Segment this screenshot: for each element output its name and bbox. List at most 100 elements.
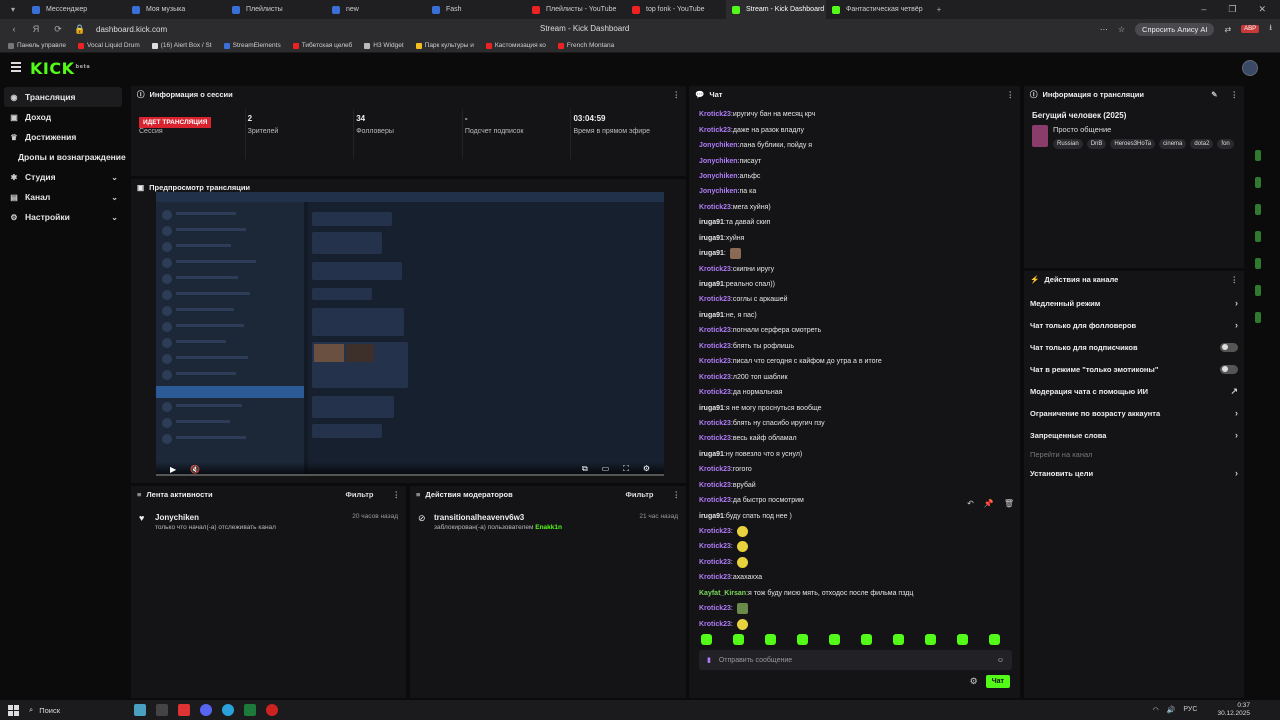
chat-message[interactable]: iruga91: та давай скип [699, 215, 1010, 230]
kebab-icon[interactable]: ⋮ [393, 490, 401, 499]
extension-icon[interactable] [1255, 231, 1261, 242]
moderator-username[interactable]: Enakk1n [535, 524, 562, 531]
windows-start-icon[interactable] [8, 704, 19, 716]
alisa-button[interactable]: Спросить Алису AI [1135, 22, 1215, 36]
chat-username[interactable]: iruga91 [699, 219, 724, 226]
chat-username[interactable]: iruga91 [699, 281, 724, 288]
chat-message[interactable]: Krotick23: мега хуйня) [699, 200, 1010, 215]
chat-username[interactable]: Krotick23 [699, 266, 731, 273]
kebab-icon[interactable]: ⋮ [1007, 90, 1015, 99]
stream-tag[interactable]: Russian [1053, 139, 1083, 149]
emoji-icon[interactable]: ☺ [997, 657, 1004, 664]
toggle-switch[interactable] [1220, 342, 1238, 352]
chat-message[interactable]: Krotick23: да быстро посмотрим [699, 493, 1010, 508]
stream-tag[interactable]: Heroes3HoTa [1110, 139, 1156, 149]
chat-message[interactable]: iruga91: хуйня [699, 231, 1010, 246]
emote-icon[interactable] [925, 634, 936, 645]
bookmark-item[interactable]: Парк культуры и [415, 42, 474, 49]
chat-username[interactable]: Krotick23 [699, 435, 731, 442]
url-field[interactable]: dashboard.kick.com [96, 25, 167, 34]
extension-icon[interactable] [1255, 177, 1261, 188]
new-tab-button[interactable]: + [926, 0, 952, 19]
chat-message[interactable]: iruga91: ну повезло что я уснул) [699, 447, 1010, 462]
chat-message[interactable]: Krotick23: л200 топ шаблик [699, 369, 1010, 384]
sidebar-item-achievements[interactable]: ♛ Достижения [0, 127, 128, 147]
chat-message[interactable]: Jonychiken: писаут [699, 153, 1010, 168]
browser-tab[interactable]: Фантастическая четвёр [826, 0, 926, 19]
chat-username[interactable]: Krotick23 [699, 605, 731, 612]
sidebar-item-studio[interactable]: ✱ Студия ⌄ [0, 167, 128, 187]
chat-username[interactable]: Jonychiken [699, 158, 738, 165]
language-indicator[interactable]: РУС [1183, 706, 1197, 714]
chat-message[interactable]: Krotick23: соглы с аркашей [699, 292, 1010, 307]
browser-tab[interactable]: Плейлисты [226, 0, 326, 19]
extension-icon[interactable] [1255, 204, 1261, 215]
wifi-icon[interactable]: ◠ [1153, 706, 1159, 714]
pin-icon[interactable]: 📌 [984, 499, 994, 508]
channel-action-item[interactable]: Чат в режиме "только эмотиконы" [1024, 358, 1244, 380]
moderator-target-username[interactable]: transitionalheavenv6w3 [434, 513, 562, 522]
microphone-icon[interactable]: ▮ [707, 656, 711, 664]
chat-message[interactable]: Krotick23: [699, 601, 1010, 616]
browser-tab[interactable]: new [326, 0, 426, 19]
gear-icon[interactable]: ⚙ [643, 464, 650, 474]
chat-username[interactable]: Krotick23 [699, 111, 731, 118]
chat-message[interactable]: Krotick23: [699, 524, 1010, 539]
channel-action-item[interactable]: Ограничение по возрасту аккаунта › [1024, 402, 1244, 424]
theater-icon[interactable]: ▭ [602, 464, 610, 474]
emote-icon[interactable] [829, 634, 840, 645]
chat-username[interactable]: Krotick23 [699, 389, 731, 396]
kebab-icon[interactable]: ⋮ [673, 490, 681, 499]
browser-tab[interactable]: Плейлисты - YouTube [526, 0, 626, 19]
edit-icon[interactable]: ✎ [1211, 90, 1217, 99]
bookmark-item[interactable]: Тибетская целеб [292, 42, 352, 49]
send-chat-button[interactable]: Чат [985, 675, 1010, 688]
pip-icon[interactable]: ⧉ [582, 464, 588, 474]
chat-username[interactable]: Krotick23 [699, 296, 731, 303]
delete-icon[interactable]: 🗑 [1004, 499, 1014, 508]
activity-username[interactable]: Jonychiken [155, 513, 276, 522]
bookmark-item[interactable]: H3 Widget [364, 42, 404, 49]
chat-message[interactable]: Krotick23: [699, 616, 1010, 631]
gear-icon[interactable]: ⚙ [970, 676, 978, 687]
browser-tab[interactable]: Fash [426, 0, 526, 19]
kebab-icon[interactable]: ⋮ [1231, 275, 1239, 284]
kebab-icon[interactable]: ⋮ [1231, 90, 1239, 99]
clock[interactable]: 0:37 30.12.2025 [1217, 702, 1250, 718]
emote-icon[interactable] [733, 634, 744, 645]
chat-message[interactable]: Krotick23: блять ты рофлишь [699, 339, 1010, 354]
abp-extension-icon[interactable]: ABP [1241, 25, 1260, 33]
chat-message[interactable]: Krotick23: весь кайф обламал [699, 431, 1010, 446]
stream-tag[interactable]: DnB [1086, 139, 1107, 149]
telegram-icon[interactable] [222, 704, 234, 716]
chat-message[interactable]: iruga91: я не могу проснуться вообще [699, 400, 1010, 415]
chat-input[interactable]: ▮ Отправить сообщение ☺ [699, 650, 1012, 670]
toggle-switch[interactable] [1220, 364, 1238, 374]
bookmark-item[interactable]: French Montana [557, 42, 614, 49]
chat-username[interactable]: Jonychiken [699, 142, 738, 149]
discord-icon[interactable] [200, 704, 212, 716]
chat-username[interactable]: iruga91 [699, 513, 724, 520]
extension-icon[interactable] [1255, 285, 1261, 296]
browser-tab[interactable]: Мессенджер [26, 0, 126, 19]
chat-message[interactable]: Krotick23: даже на разок владлу [699, 122, 1010, 137]
bookmark-item[interactable]: (16) Alert Box / St [151, 42, 212, 49]
emote-icon[interactable] [797, 634, 808, 645]
kick-logo[interactable]: KICKbeta [30, 59, 90, 78]
filter-button[interactable]: Фильтр [626, 490, 654, 499]
taskbar-search[interactable]: ⌕ Поиск [29, 705, 124, 715]
play-icon[interactable]: ▶ [170, 465, 176, 474]
chat-username[interactable]: Krotick23 [699, 204, 731, 211]
obs-icon[interactable] [266, 704, 278, 716]
sidebar-item-channel[interactable]: ▤ Канал ⌄ [0, 187, 128, 207]
sidebar-item-drops[interactable]: Дропы и вознаграждение [0, 147, 128, 167]
stream-tag[interactable]: dota2 [1190, 139, 1214, 149]
channel-action-item[interactable]: Чат только для подписчиков [1024, 336, 1244, 358]
emote-icon[interactable] [893, 634, 904, 645]
channel-action-item[interactable]: Запрещенные слова › [1024, 424, 1244, 446]
translate-icon[interactable]: ⇄ [1224, 25, 1231, 34]
chat-username[interactable]: iruga91 [699, 451, 724, 458]
back-icon[interactable]: ‹ [8, 24, 20, 34]
chat-username[interactable]: iruga91 [699, 235, 724, 242]
chat-username[interactable]: Krotick23 [699, 343, 731, 350]
